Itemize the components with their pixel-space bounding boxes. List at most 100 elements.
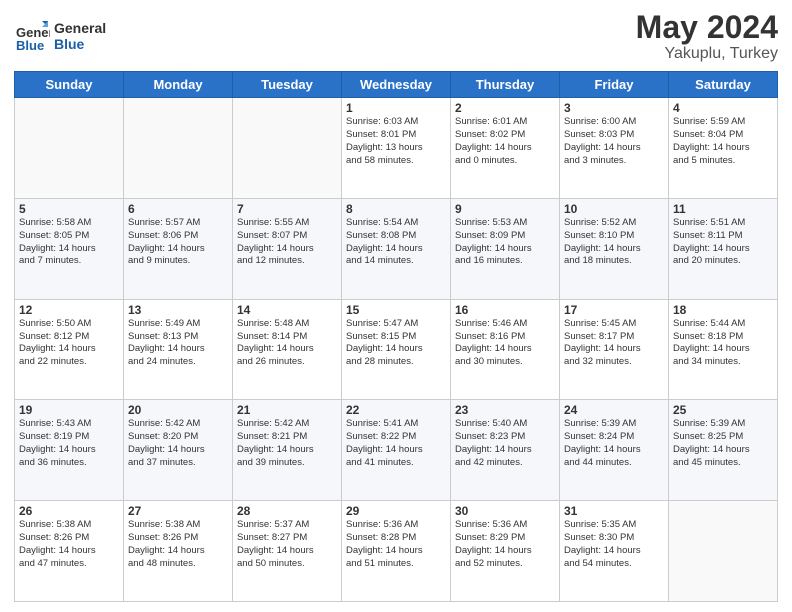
calendar-header-row: SundayMondayTuesdayWednesdayThursdayFrid… [15,72,778,98]
day-number: 9 [455,202,555,216]
cell-text-line: Sunset: 8:10 PM [564,230,664,243]
calendar-cell: 12Sunrise: 5:50 AMSunset: 8:12 PMDayligh… [15,299,124,400]
cell-text-line: Sunrise: 5:38 AM [128,519,228,532]
cell-text-line: Daylight: 14 hours [455,444,555,457]
cell-text-line: Sunset: 8:23 PM [455,431,555,444]
logo-general: General [54,21,106,36]
cell-text-line: and 37 minutes. [128,457,228,470]
calendar-cell: 24Sunrise: 5:39 AMSunset: 8:24 PMDayligh… [560,400,669,501]
cell-text-line: Sunrise: 5:44 AM [673,318,773,331]
calendar-cell: 20Sunrise: 5:42 AMSunset: 8:20 PMDayligh… [124,400,233,501]
calendar-cell: 30Sunrise: 5:36 AMSunset: 8:29 PMDayligh… [451,501,560,602]
day-number: 8 [346,202,446,216]
cell-text-line: Sunrise: 5:41 AM [346,418,446,431]
calendar-cell: 1Sunrise: 6:03 AMSunset: 8:01 PMDaylight… [342,98,451,199]
day-number: 31 [564,504,664,518]
cell-text-line: Daylight: 14 hours [128,545,228,558]
calendar-cell: 5Sunrise: 5:58 AMSunset: 8:05 PMDaylight… [15,198,124,299]
cell-text-line: Sunset: 8:08 PM [346,230,446,243]
day-number: 30 [455,504,555,518]
calendar-day-header: Saturday [669,72,778,98]
cell-text-line: Daylight: 14 hours [346,243,446,256]
day-number: 19 [19,403,119,417]
calendar-cell: 21Sunrise: 5:42 AMSunset: 8:21 PMDayligh… [233,400,342,501]
calendar-cell: 15Sunrise: 5:47 AMSunset: 8:15 PMDayligh… [342,299,451,400]
calendar-week-row: 5Sunrise: 5:58 AMSunset: 8:05 PMDaylight… [15,198,778,299]
cell-text-line: Sunset: 8:16 PM [455,331,555,344]
day-number: 18 [673,303,773,317]
calendar-cell: 23Sunrise: 5:40 AMSunset: 8:23 PMDayligh… [451,400,560,501]
cell-text-line: Sunrise: 5:40 AM [455,418,555,431]
logo-blue: Blue [54,37,106,52]
cell-text-line: Sunrise: 5:35 AM [564,519,664,532]
page: General Blue General Blue May 2024 Yakup… [0,0,792,612]
cell-text-line: and 14 minutes. [346,255,446,268]
cell-text-line: and 3 minutes. [564,155,664,168]
cell-text-line: and 9 minutes. [128,255,228,268]
cell-text-line: Daylight: 14 hours [564,243,664,256]
cell-text-line: Sunset: 8:15 PM [346,331,446,344]
cell-text-line: and 50 minutes. [237,558,337,571]
cell-text-line: Daylight: 14 hours [237,444,337,457]
cell-text-line: Sunrise: 5:52 AM [564,217,664,230]
header: General Blue General Blue May 2024 Yakup… [14,10,778,63]
cell-text-line: and 58 minutes. [346,155,446,168]
day-number: 7 [237,202,337,216]
cell-text-line: and 48 minutes. [128,558,228,571]
day-number: 5 [19,202,119,216]
cell-text-line: and 7 minutes. [19,255,119,268]
day-number: 13 [128,303,228,317]
cell-text-line: and 52 minutes. [455,558,555,571]
calendar-cell: 22Sunrise: 5:41 AMSunset: 8:22 PMDayligh… [342,400,451,501]
cell-text-line: Sunrise: 5:54 AM [346,217,446,230]
cell-text-line: Daylight: 14 hours [455,545,555,558]
cell-text-line: and 0 minutes. [455,155,555,168]
cell-text-line: Sunset: 8:14 PM [237,331,337,344]
calendar-cell: 25Sunrise: 5:39 AMSunset: 8:25 PMDayligh… [669,400,778,501]
cell-text-line: Sunrise: 5:57 AM [128,217,228,230]
cell-text-line: Sunrise: 6:00 AM [564,116,664,129]
location-title: Yakuplu, Turkey [636,45,778,63]
calendar-day-header: Tuesday [233,72,342,98]
cell-text-line: Sunset: 8:28 PM [346,532,446,545]
day-number: 12 [19,303,119,317]
cell-text-line: and 24 minutes. [128,356,228,369]
cell-text-line: Daylight: 13 hours [346,142,446,155]
calendar-cell: 14Sunrise: 5:48 AMSunset: 8:14 PMDayligh… [233,299,342,400]
calendar-cell: 26Sunrise: 5:38 AMSunset: 8:26 PMDayligh… [15,501,124,602]
cell-text-line: Sunset: 8:04 PM [673,129,773,142]
cell-text-line: Sunset: 8:18 PM [673,331,773,344]
calendar-cell: 9Sunrise: 5:53 AMSunset: 8:09 PMDaylight… [451,198,560,299]
cell-text-line: Sunrise: 5:42 AM [237,418,337,431]
calendar-cell: 13Sunrise: 5:49 AMSunset: 8:13 PMDayligh… [124,299,233,400]
cell-text-line: Sunrise: 6:03 AM [346,116,446,129]
day-number: 1 [346,101,446,115]
cell-text-line: Sunrise: 5:58 AM [19,217,119,230]
logo-icon: General Blue [14,19,50,55]
cell-text-line: Sunset: 8:09 PM [455,230,555,243]
calendar-week-row: 1Sunrise: 6:03 AMSunset: 8:01 PMDaylight… [15,98,778,199]
day-number: 28 [237,504,337,518]
day-number: 16 [455,303,555,317]
calendar-week-row: 12Sunrise: 5:50 AMSunset: 8:12 PMDayligh… [15,299,778,400]
day-number: 10 [564,202,664,216]
cell-text-line: Sunrise: 5:42 AM [128,418,228,431]
day-number: 20 [128,403,228,417]
cell-text-line: Daylight: 14 hours [237,243,337,256]
cell-text-line: Daylight: 14 hours [346,545,446,558]
cell-text-line: Sunrise: 5:36 AM [346,519,446,532]
cell-text-line: Sunset: 8:21 PM [237,431,337,444]
cell-text-line: Daylight: 14 hours [673,142,773,155]
cell-text-line: Sunrise: 5:47 AM [346,318,446,331]
month-title: May 2024 [636,10,778,45]
day-number: 25 [673,403,773,417]
cell-text-line: Sunrise: 5:37 AM [237,519,337,532]
calendar-cell: 3Sunrise: 6:00 AMSunset: 8:03 PMDaylight… [560,98,669,199]
day-number: 3 [564,101,664,115]
day-number: 23 [455,403,555,417]
cell-text-line: Daylight: 14 hours [237,343,337,356]
cell-text-line: Sunset: 8:22 PM [346,431,446,444]
cell-text-line: and 32 minutes. [564,356,664,369]
cell-text-line: Sunset: 8:30 PM [564,532,664,545]
cell-text-line: Sunset: 8:12 PM [19,331,119,344]
